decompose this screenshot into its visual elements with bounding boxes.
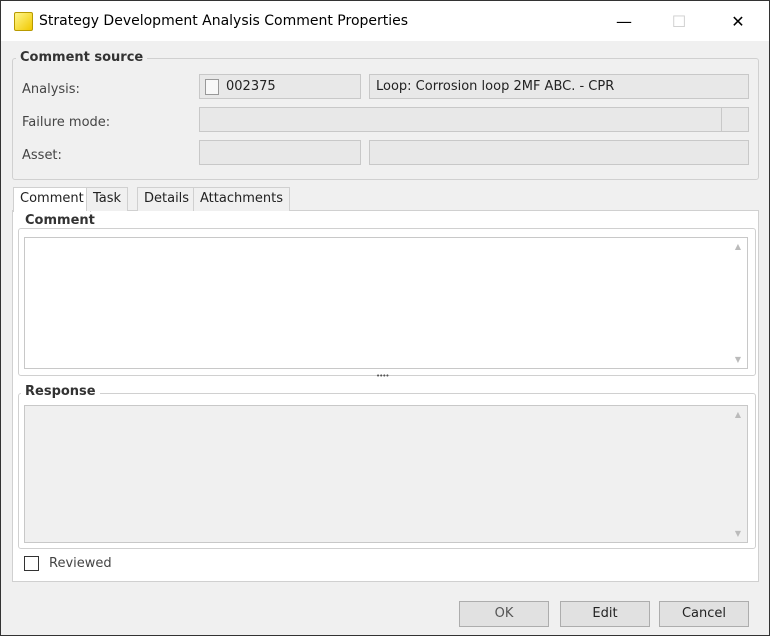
response-scrollbar[interactable]: ▲ ▼ — [729, 406, 747, 542]
minimize-button[interactable]: — — [601, 7, 647, 37]
ok-button[interactable]: OK — [459, 601, 549, 627]
comment-note-icon — [14, 12, 33, 31]
response-group-title: Response — [21, 384, 100, 399]
analysis-label: Analysis: — [22, 82, 80, 97]
window-title: Strategy Development Analysis Comment Pr… — [39, 13, 409, 29]
asset-label: Asset: — [22, 148, 62, 163]
analysis-id-field[interactable]: 002375 — [199, 74, 361, 99]
comment-group-title: Comment — [21, 213, 99, 228]
failure-mode-lookup-button[interactable] — [721, 107, 749, 132]
asset-description-field[interactable] — [369, 140, 749, 165]
analysis-id: 002375 — [226, 79, 276, 94]
splitter-handle[interactable]: •••• — [376, 372, 389, 380]
comment-textarea[interactable]: ▲ ▼ — [24, 237, 748, 369]
tab-task[interactable]: Task — [86, 187, 129, 211]
reviewed-checkbox[interactable] — [24, 556, 39, 571]
dialog-window: Strategy Development Analysis Comment Pr… — [0, 0, 770, 636]
cancel-button[interactable]: Cancel — [659, 601, 749, 627]
maximize-button[interactable]: ☐ — [656, 7, 702, 37]
reviewed-label: Reviewed — [49, 556, 112, 571]
close-button[interactable]: ✕ — [715, 7, 761, 37]
response-textarea[interactable]: ▲ ▼ — [24, 405, 748, 543]
asset-id-field[interactable] — [199, 140, 361, 165]
analysis-description-field[interactable]: Loop: Corrosion loop 2MF ABC. - CPR — [369, 74, 749, 99]
tab-details[interactable]: Details — [137, 187, 197, 211]
tab-comment[interactable]: Comment — [13, 187, 91, 212]
comment-source-title: Comment source — [16, 50, 148, 65]
title-bar: Strategy Development Analysis Comment Pr… — [1, 1, 769, 41]
document-icon — [205, 79, 219, 95]
failure-mode-label: Failure mode: — [22, 115, 111, 130]
failure-mode-field[interactable] — [199, 107, 722, 132]
tab-attachments[interactable]: Attachments — [193, 187, 290, 211]
edit-button[interactable]: Edit — [560, 601, 650, 627]
comment-scrollbar[interactable]: ▲ ▼ — [729, 238, 747, 368]
